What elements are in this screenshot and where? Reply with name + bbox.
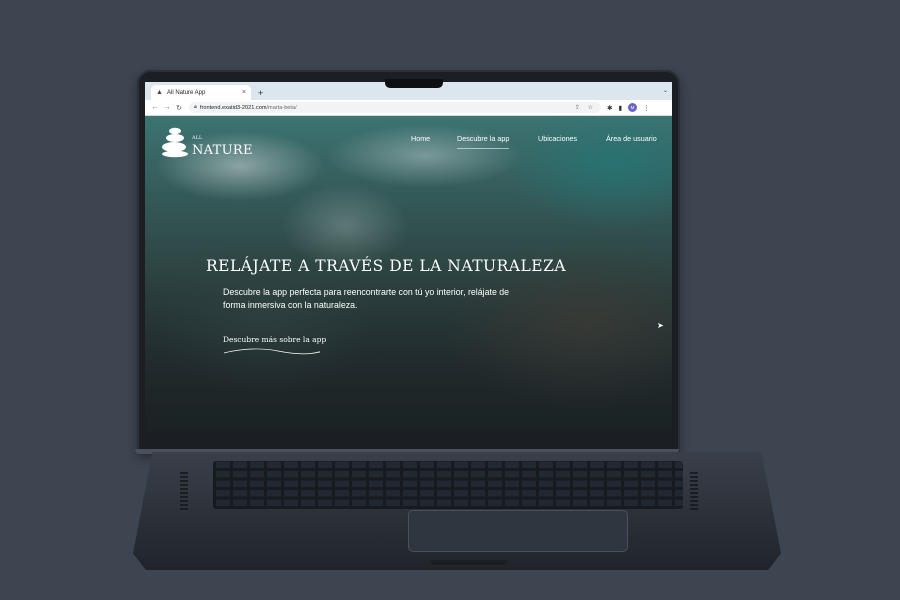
back-icon[interactable]: ← <box>149 104 161 111</box>
close-icon[interactable]: × <box>242 89 246 96</box>
hero-description: Descubre la app perfecta para reencontra… <box>223 287 510 310</box>
tab-search-icon[interactable]: ⌄ <box>663 87 668 94</box>
extensions-icon[interactable]: ✱ <box>607 104 612 112</box>
url-path: /marta-beta/ <box>266 104 297 111</box>
nav-discover[interactable]: Descubre la app <box>457 134 510 149</box>
link-underline-swash <box>223 348 320 355</box>
lock-icon[interactable]: 🔒︎ <box>194 104 197 111</box>
discover-more-link[interactable]: Descubre más sobre la app <box>223 335 326 344</box>
sidebar-icon[interactable]: ▮ <box>618 104 622 112</box>
hero-section: RELÁJATE A TRAVÉS DE LA NATURALEZA Descu… <box>206 257 567 355</box>
speaker-grill-left <box>180 470 188 510</box>
profile-avatar[interactable]: M <box>628 103 638 112</box>
web-page: ALL NATURE Home Descubre la app Ubicacio… <box>145 116 672 432</box>
laptop-screen: ▲ All Nature App × + ⌄ ← → ↻ 🔒︎ frontend… <box>145 82 672 432</box>
tab-title: All Nature App <box>167 89 206 96</box>
toolbar-actions: ✱ ▮ M ⋮ <box>607 103 650 112</box>
nav-user-area[interactable]: Área de usuario <box>606 134 657 143</box>
menu-icon[interactable]: ⋮ <box>643 104 650 112</box>
laptop-front-notch <box>430 560 508 565</box>
forward-icon[interactable]: → <box>161 104 173 111</box>
site-nav: Home Descubre la app Ubicaciones Área de… <box>145 134 672 149</box>
favicon-icon: ▲ <box>156 89 163 96</box>
cursor-icon: ➤ <box>657 321 664 330</box>
hero-title: RELÁJATE A TRAVÉS DE LA NATURALEZA <box>206 257 567 275</box>
nav-home[interactable]: Home <box>411 134 430 143</box>
browser-tab[interactable]: ▲ All Nature App × <box>151 85 251 100</box>
reload-icon[interactable]: ↻ <box>173 104 185 112</box>
speaker-grill-right <box>690 470 698 510</box>
address-bar[interactable]: 🔒︎ frontend.exatid3-2021.com/marta-beta/… <box>189 102 601 113</box>
browser-toolbar: ← → ↻ 🔒︎ frontend.exatid3-2021.com/marta… <box>145 100 672 116</box>
site-header: ALL NATURE Home Descubre la app Ubicacio… <box>145 116 672 166</box>
plus-icon[interactable]: + <box>258 88 263 98</box>
url-host: frontend.exatid3-2021.com <box>199 104 267 111</box>
share-star-icons[interactable]: ⇪ ☆ <box>575 104 596 111</box>
trackpad <box>408 510 628 552</box>
camera-notch <box>385 79 443 88</box>
nav-locations[interactable]: Ubicaciones <box>538 134 577 143</box>
keyboard <box>213 461 683 509</box>
